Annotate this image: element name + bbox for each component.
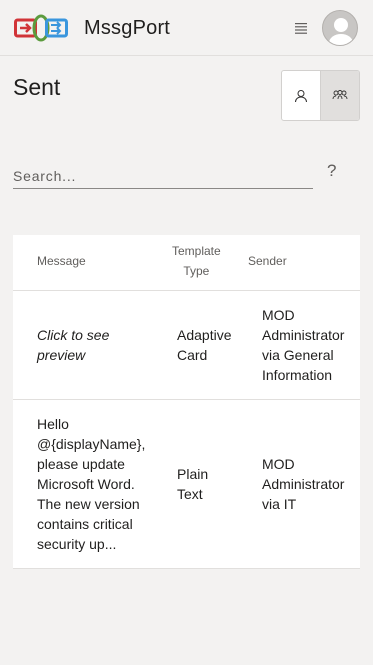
sender-cell: MOD Administrator via General Informatio… — [262, 307, 345, 383]
view-toggle-group — [281, 70, 360, 121]
column-header-sender[interactable]: Sender — [248, 251, 287, 271]
people-group-icon — [332, 89, 348, 99]
mssgport-logo-icon[interactable] — [14, 14, 68, 42]
sender-cell: MOD Administrator via IT — [262, 456, 345, 512]
message-text-cell: Hello @{displayName}, please update Micr… — [37, 416, 146, 552]
search-input[interactable] — [13, 163, 313, 189]
team-view-button[interactable] — [320, 71, 359, 120]
message-preview-link[interactable]: Click to see preview — [37, 325, 109, 365]
sent-messages-table: Message Template Type Sender Click to se… — [13, 235, 360, 569]
person-icon — [295, 89, 307, 102]
table-header: Message Template Type Sender — [13, 235, 360, 291]
user-avatar[interactable] — [322, 10, 358, 46]
app-title: MssgPort — [84, 17, 171, 39]
table-row[interactable]: Click to see preview Adaptive Card MOD A… — [13, 291, 360, 400]
column-header-template-type[interactable]: Template Type — [172, 241, 221, 281]
table-row[interactable]: Hello @{displayName}, please update Micr… — [13, 400, 360, 569]
column-header-message[interactable]: Message — [37, 251, 86, 271]
template-type-cell: Adaptive Card — [177, 327, 232, 363]
template-type-cell: Plain Text — [177, 466, 209, 502]
help-icon[interactable]: ? — [327, 161, 336, 181]
app-header: MssgPort — [0, 0, 373, 56]
page-title: Sent — [13, 74, 61, 100]
hamburger-menu-icon[interactable] — [293, 20, 309, 36]
personal-view-button[interactable] — [282, 71, 320, 120]
user-avatar-icon — [329, 18, 353, 45]
